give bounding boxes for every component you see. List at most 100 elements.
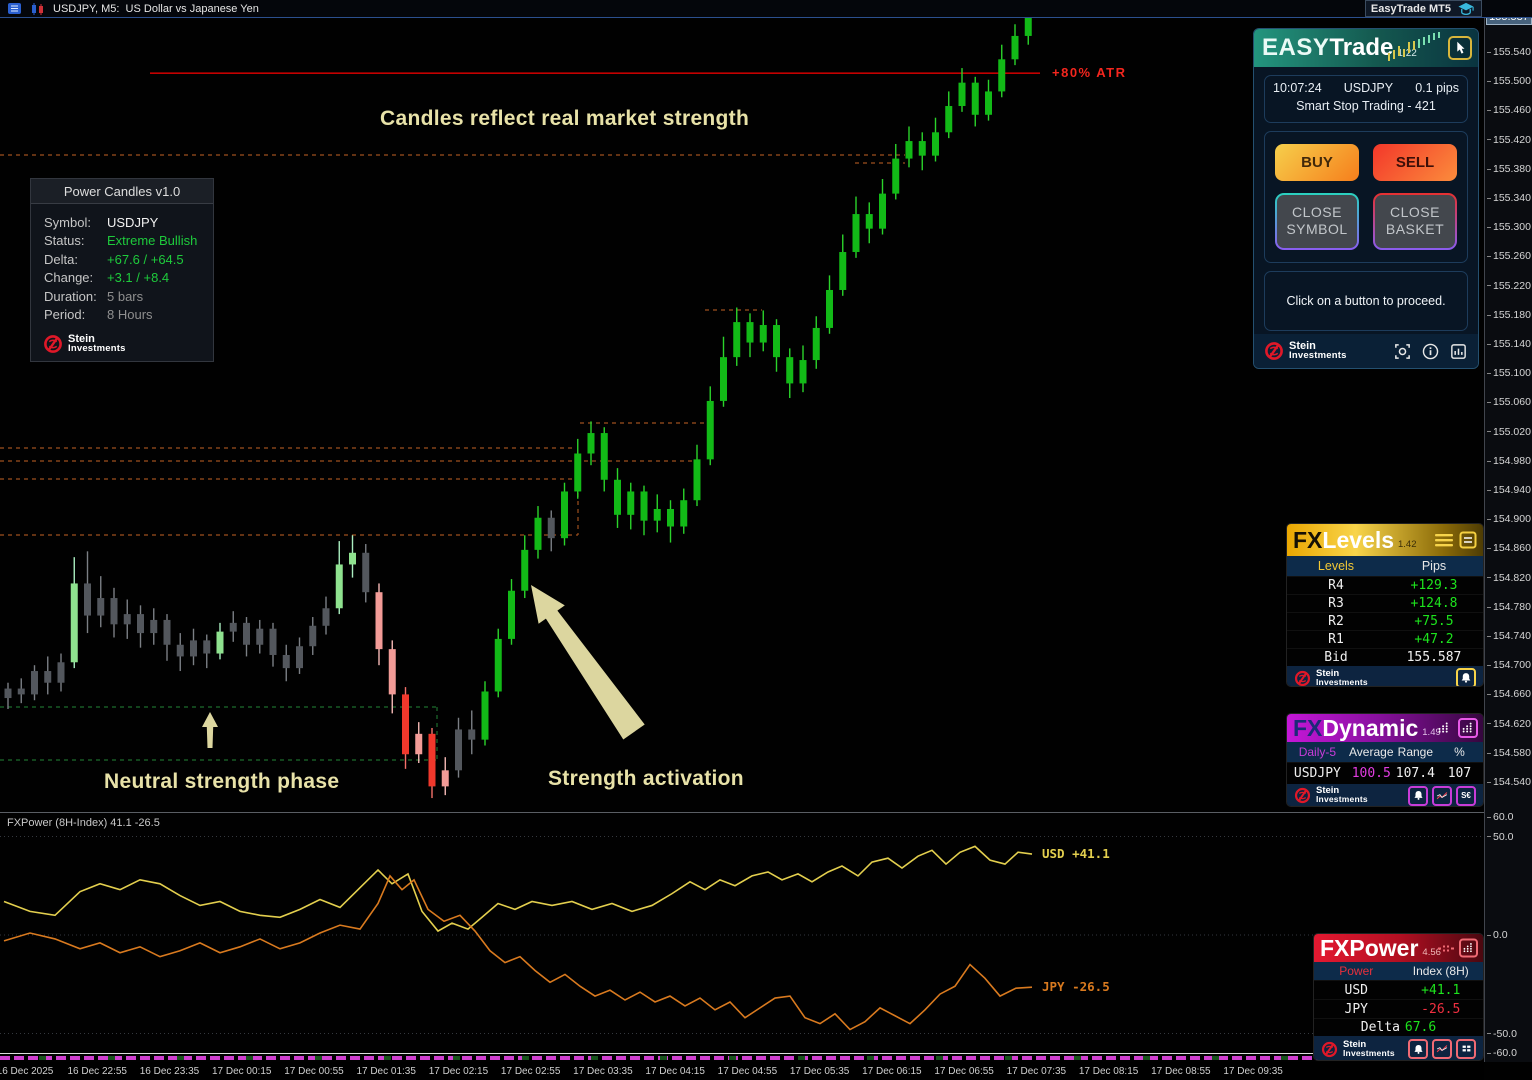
level-name: Bid	[1324, 650, 1348, 665]
candle-body	[282, 654, 290, 669]
candle-body	[229, 622, 237, 632]
chart-button[interactable]	[1432, 1039, 1452, 1059]
candle-body	[322, 608, 330, 626]
candle-body	[362, 552, 370, 593]
close-basket-button[interactable]: CLOSE BASKET	[1375, 194, 1455, 248]
time-tick-label: 17 Dec 00:55	[284, 1066, 344, 1077]
time-tick-label: 17 Dec 06:55	[934, 1066, 994, 1077]
alert-bell-button[interactable]	[1408, 1039, 1428, 1059]
histogram-box-button[interactable]	[1458, 718, 1478, 738]
fxdynamic-header: FX Dynamic 1.49	[1287, 714, 1483, 742]
time-tick-label: 17 Dec 06:15	[862, 1066, 922, 1077]
candle-body	[97, 598, 105, 616]
close-symbol-button[interactable]: CLOSE SYMBOL	[1277, 194, 1357, 248]
price-tick-label: 155.020	[1487, 426, 1531, 438]
candle-body	[733, 322, 741, 358]
time-tick-label: 17 Dec 04:55	[717, 1066, 778, 1077]
candle-body	[508, 590, 515, 639]
platform-name: EasyTrade MT5	[1370, 2, 1451, 15]
level-pips: +75.5	[1414, 614, 1454, 629]
fxlevels-table-header: Levels Pips	[1287, 556, 1483, 576]
col-index: Index (8H)	[1412, 964, 1469, 978]
pc-label: Delta:	[44, 251, 78, 267]
atr-line-label: +80% ATR	[1052, 65, 1127, 80]
candle-body	[415, 733, 423, 755]
buy-button[interactable]: BUY	[1275, 144, 1359, 181]
candle-body	[123, 614, 131, 625]
histogram-box-button[interactable]	[1459, 938, 1478, 958]
one-click-icon[interactable]	[1448, 36, 1472, 60]
header-candle-art	[1388, 32, 1440, 61]
price-axis[interactable]: 155.587 155.540155.500155.460155.420155.…	[1484, 0, 1532, 1062]
time-tick-label: 17 Dec 00:15	[211, 1066, 272, 1077]
brand-text: Stein Investments	[1343, 1038, 1395, 1058]
candle-body	[600, 433, 608, 480]
annotation-neutral-phase: Neutral strength phase	[104, 770, 340, 793]
price-tick-label: 155.500	[1487, 75, 1531, 87]
server-time: 10:07:24	[1273, 81, 1322, 95]
chart-list-icon[interactable]	[8, 2, 22, 15]
candle-body	[494, 638, 502, 692]
sell-button[interactable]: SELL	[1373, 144, 1457, 181]
price-tick-label: 154.540	[1487, 776, 1531, 788]
hand-click-icon	[1457, 41, 1465, 54]
histogram-dots-icon[interactable]	[1435, 719, 1453, 737]
candle-body	[4, 688, 12, 699]
time-axis[interactable]: 16 Dec 2025 16 Dec 22:55 16 Dec 23:35 17 De…	[0, 1062, 1484, 1080]
panel-window-icon[interactable]	[1458, 530, 1478, 550]
sub-tick-label: -50.0	[1487, 1028, 1517, 1040]
menu-icon[interactable]	[1435, 533, 1453, 547]
candle-body	[746, 322, 754, 343]
candlestick-chart-icon[interactable]	[30, 2, 45, 15]
info-icon[interactable]	[1421, 342, 1440, 361]
pc-row-delta: Delta: +67.6 / +64.5	[31, 250, 213, 269]
price-tick-label: 155.380	[1487, 163, 1531, 175]
level-name: R4	[1328, 578, 1344, 593]
stein-investments-brand: Stein Investments	[43, 334, 213, 354]
candle-body	[773, 325, 780, 358]
candle-body	[971, 82, 979, 115]
neutral-arrow	[202, 712, 218, 748]
platform-badge[interactable]: EasyTrade MT5	[1364, 0, 1482, 17]
time-tick-label: 17 Dec 05:35	[789, 1066, 850, 1077]
time-tick-label: 16 Dec 2025	[0, 1066, 54, 1077]
candle-body	[441, 770, 449, 787]
stats-icon[interactable]	[1449, 342, 1468, 361]
level-name: R1	[1328, 632, 1344, 647]
fxlevels-header: FX Levels 1.42	[1287, 524, 1483, 556]
col-power: Power	[1339, 964, 1374, 978]
candle-body	[243, 622, 250, 645]
price-tick-label: 155.180	[1487, 309, 1531, 321]
status-message-box: Click on a button to proceed.	[1264, 271, 1468, 331]
candle-body	[190, 640, 197, 657]
screenshot-icon[interactable]	[1393, 342, 1412, 361]
histogram-dots-icon	[1463, 943, 1472, 953]
candle-body	[150, 619, 158, 634]
candle-body	[1011, 35, 1019, 60]
sub-tick-label: 50.0	[1487, 831, 1513, 843]
time-tick-label: 17 Dec 02:55	[500, 1066, 561, 1077]
level-name: R2	[1328, 614, 1344, 629]
candle-body	[455, 729, 462, 771]
spread-value: 0.1 pips	[1415, 81, 1459, 95]
grid-button[interactable]	[1456, 1039, 1476, 1059]
alert-bell-button[interactable]	[1456, 668, 1476, 686]
candle-body	[521, 549, 529, 591]
col-daily5: Daily-5	[1298, 745, 1337, 759]
alert-bell-button[interactable]	[1408, 785, 1428, 806]
fxdynamic-table-header: Daily-5 Average Range %	[1287, 742, 1483, 762]
trade-buttons-box: BUY SELL CLOSE SYMBOL CLOSE BASKET	[1264, 131, 1468, 263]
price-tick-label: 155.420	[1487, 134, 1531, 146]
pc-value: USDJPY	[107, 214, 159, 230]
chart-button[interactable]	[1432, 785, 1452, 806]
price-tick-label: 154.700	[1487, 659, 1531, 671]
price-tick-label: 155.460	[1487, 104, 1531, 116]
currency-button[interactable]: S€	[1456, 785, 1476, 806]
stein-investments-brand: Stein Investments	[1321, 1038, 1395, 1058]
trade-info-box: 10:07:24 USDJPY 0.1 pips Smart Stop Trad…	[1264, 75, 1468, 123]
fxpower-title-fx: FX	[1320, 934, 1350, 961]
table-row-bid: Bid 155.587	[1287, 648, 1483, 666]
candle-body	[945, 106, 953, 133]
fxlevels-version: 1.42	[1398, 539, 1417, 550]
candle-body	[468, 729, 476, 740]
